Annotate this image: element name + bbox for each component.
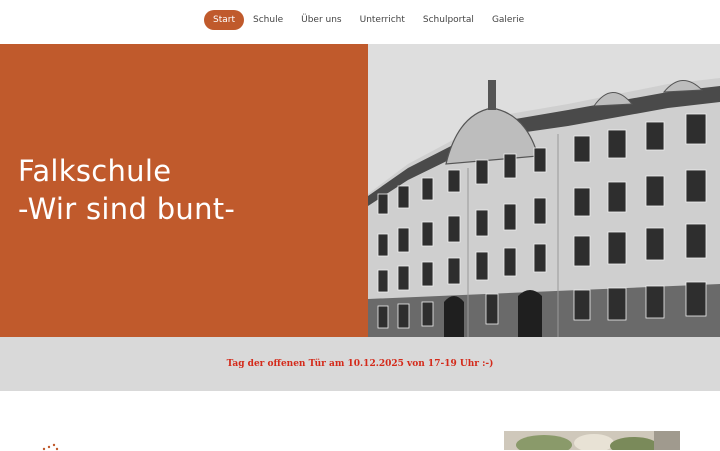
nav-item-start[interactable]: Start bbox=[204, 10, 244, 30]
school-building-photo bbox=[368, 44, 720, 337]
hero-title-line1: Falkschule bbox=[18, 154, 172, 188]
nav-item-schulportal[interactable]: Schulportal bbox=[414, 10, 483, 30]
hero-title-line2: -Wir sind bunt- bbox=[18, 192, 236, 226]
announcement-text: Tag der offenen Tür am 10.12.2025 von 17… bbox=[226, 359, 494, 369]
nav-item-galerie[interactable]: Galerie bbox=[483, 10, 533, 30]
main-nav: Start Schule Über uns Unterricht Schulpo… bbox=[204, 10, 533, 30]
content-section bbox=[0, 391, 720, 451]
announcement-banner: Tag der offenen Tür am 10.12.2025 von 17… bbox=[0, 337, 720, 391]
top-navigation: Start Schule Über uns Unterricht Schulpo… bbox=[0, 0, 720, 44]
hero-title: Falkschule -Wir sind bunt- bbox=[18, 152, 235, 228]
nav-item-schule[interactable]: Schule bbox=[244, 10, 292, 30]
hero-text-panel: Falkschule -Wir sind bunt- bbox=[0, 44, 368, 337]
thumbnail-image bbox=[504, 431, 680, 450]
nav-item-ueber-uns[interactable]: Über uns bbox=[292, 10, 351, 30]
nav-item-unterricht[interactable]: Unterricht bbox=[351, 10, 414, 30]
gallery-thumbnail[interactable] bbox=[504, 431, 680, 450]
hero-section: Falkschule -Wir sind bunt- bbox=[0, 44, 720, 337]
building-image bbox=[368, 44, 720, 337]
